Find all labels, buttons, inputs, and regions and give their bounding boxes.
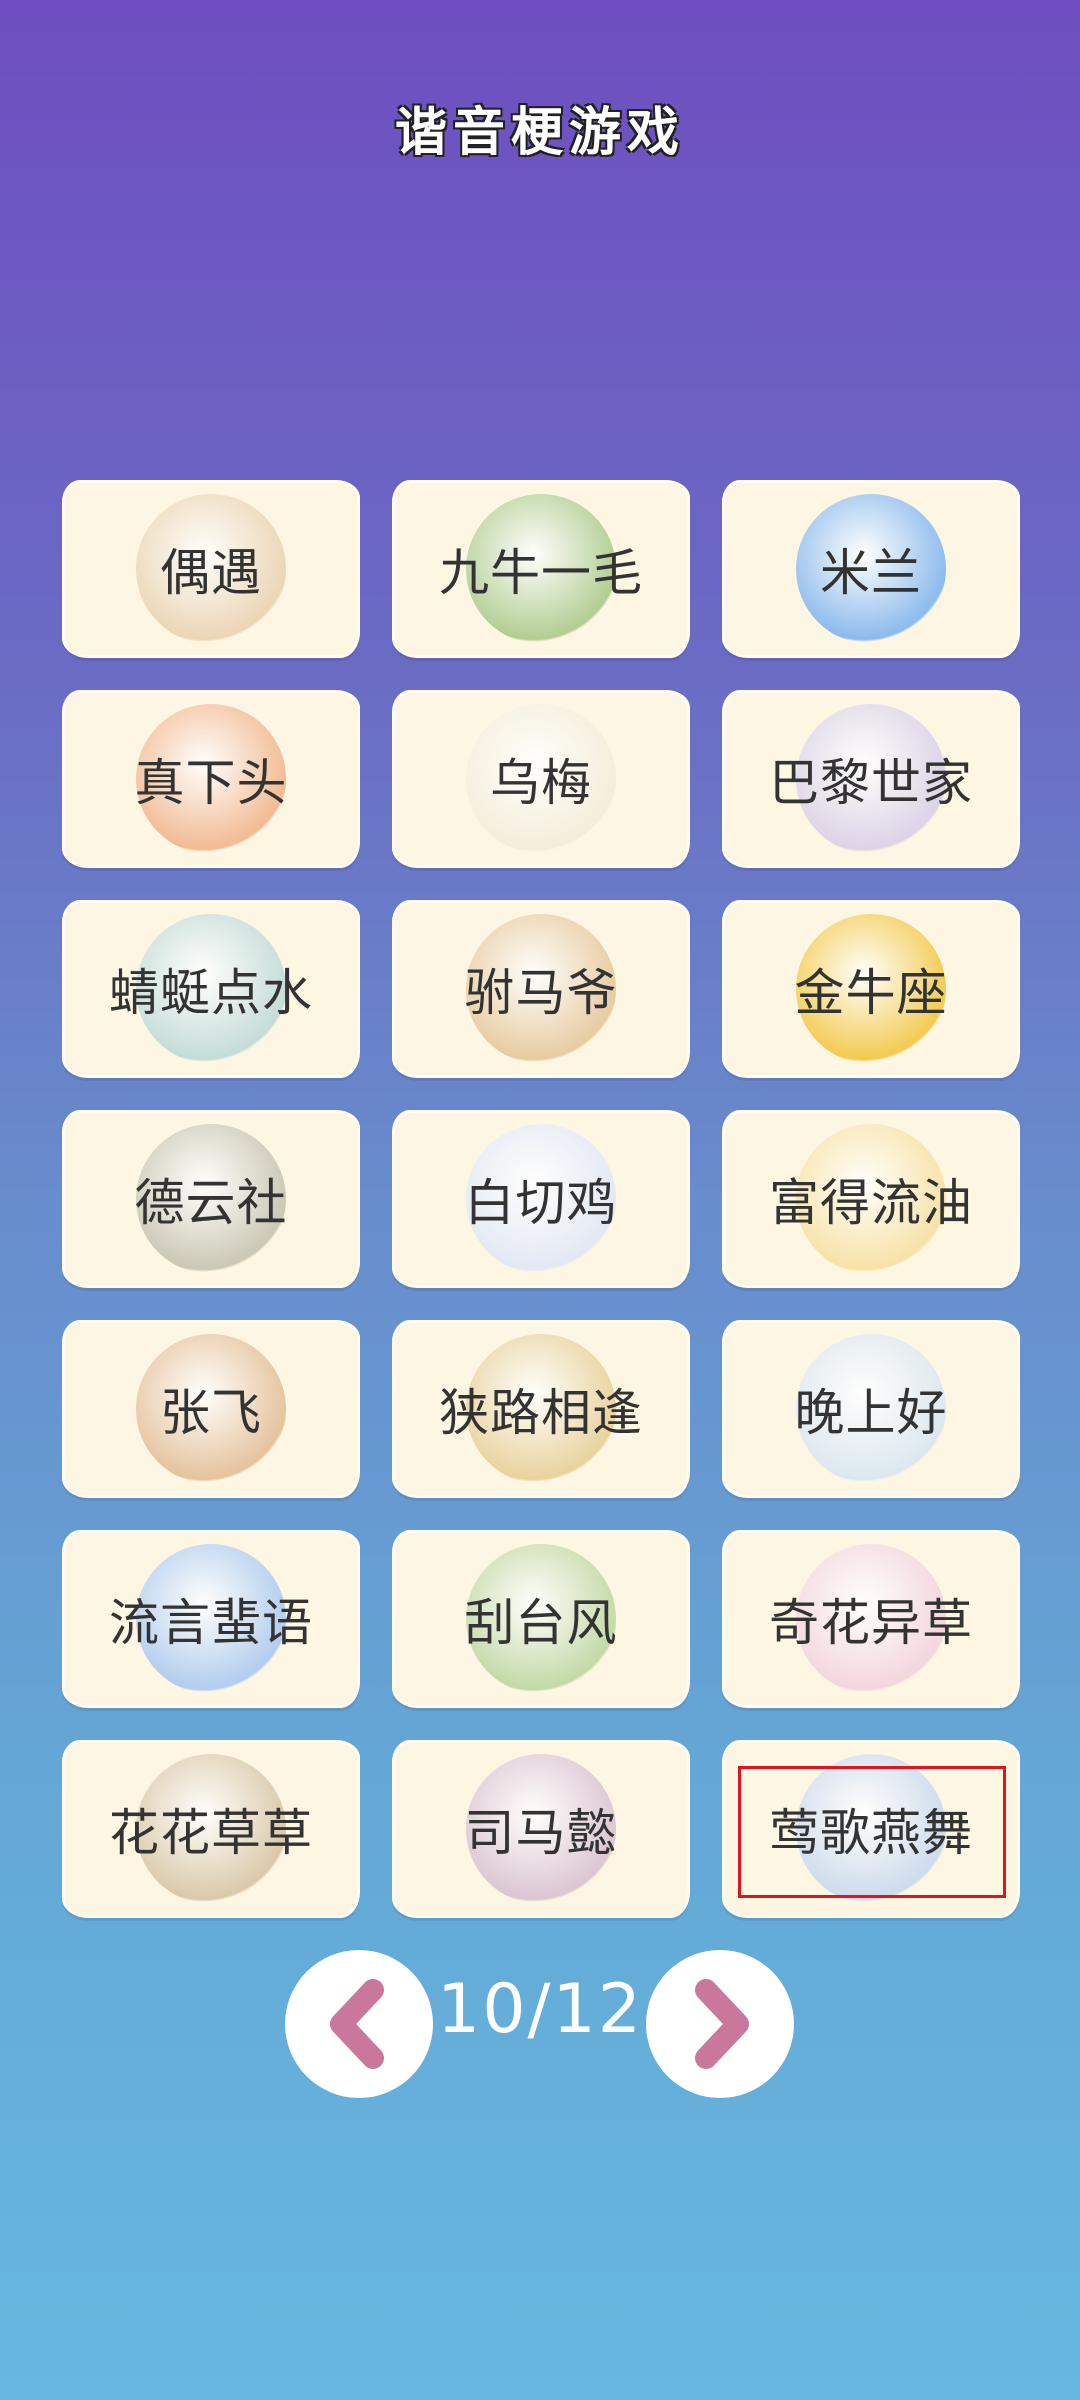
card-label: 九牛一毛	[439, 544, 643, 602]
word-card[interactable]: 张飞	[62, 1320, 360, 1498]
word-card[interactable]: 九牛一毛	[392, 480, 690, 658]
card-label: 刮台风	[464, 1594, 618, 1652]
page-indicator: 10/12	[437, 1970, 643, 2049]
word-card[interactable]: 流言蜚语	[62, 1530, 360, 1708]
word-card[interactable]: 乌梅	[392, 690, 690, 868]
word-card[interactable]: 驸马爷	[392, 900, 690, 1078]
card-label: 蜻蜓点水	[109, 964, 313, 1022]
word-card[interactable]: 刮台风	[392, 1530, 690, 1708]
previous-page-button[interactable]	[285, 1950, 433, 2098]
word-card[interactable]: 真下头	[62, 690, 360, 868]
card-label: 花花草草	[109, 1804, 313, 1862]
word-card[interactable]: 花花草草	[62, 1740, 360, 1918]
parrot-swallow-icon	[796, 1754, 946, 1904]
card-label: 乌梅	[490, 754, 592, 812]
card-label: 米兰	[820, 544, 922, 602]
word-card[interactable]: 德云社	[62, 1110, 360, 1288]
word-card[interactable]: 富得流油	[722, 1110, 1020, 1288]
card-grid: 偶遇 九牛一毛 米兰真下头 乌梅 巴黎世家蜻蜓点水 驸马爷 金牛座德云社 白切鸡 富得流油张飞 狭…	[62, 480, 1022, 1918]
word-card[interactable]: 晚上好	[722, 1320, 1020, 1498]
card-label: 司马懿	[464, 1804, 618, 1862]
card-label: 流言蜚语	[109, 1594, 313, 1652]
card-label: 张飞	[160, 1384, 262, 1442]
word-card[interactable]: 莺歌燕舞	[722, 1740, 1020, 1918]
card-label: 驸马爷	[464, 964, 618, 1022]
card-label: 白切鸡	[464, 1174, 618, 1232]
word-card[interactable]: 狭路相逢	[392, 1320, 690, 1498]
chevron-right-icon	[695, 1979, 749, 2069]
word-card[interactable]: 偶遇	[62, 480, 360, 658]
chevron-left-icon	[330, 1979, 384, 2069]
word-card[interactable]: 蜻蜓点水	[62, 900, 360, 1078]
card-label: 金牛座	[794, 964, 948, 1022]
word-card[interactable]: 司马懿	[392, 1740, 690, 1918]
word-card[interactable]: 白切鸡	[392, 1110, 690, 1288]
card-label: 德云社	[134, 1174, 288, 1232]
word-card[interactable]: 奇花异草	[722, 1530, 1020, 1708]
card-label: 莺歌燕舞	[769, 1804, 973, 1862]
word-card[interactable]: 巴黎世家	[722, 690, 1020, 868]
next-page-button[interactable]	[646, 1950, 794, 2098]
card-label: 巴黎世家	[769, 754, 973, 812]
card-label: 狭路相逢	[439, 1384, 643, 1442]
word-card[interactable]: 米兰	[722, 480, 1020, 658]
card-label: 晚上好	[794, 1384, 948, 1442]
pager: 10/12	[0, 1950, 1080, 2100]
card-label: 富得流油	[769, 1174, 973, 1232]
card-label: 奇花异草	[769, 1594, 973, 1652]
word-card[interactable]: 金牛座	[722, 900, 1020, 1078]
card-label: 真下头	[134, 754, 288, 812]
page-title: 谐音梗游戏	[394, 102, 685, 163]
card-label: 偶遇	[160, 544, 262, 602]
